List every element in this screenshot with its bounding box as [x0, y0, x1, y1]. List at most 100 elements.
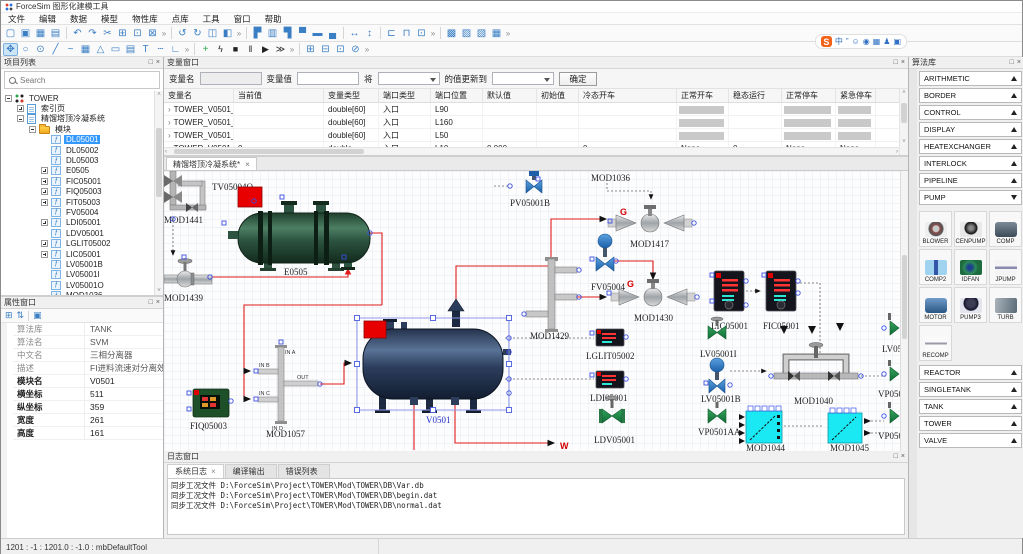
menu-item[interactable]: 数据 — [63, 13, 94, 25]
library-item[interactable]: BLOWER — [919, 211, 952, 247]
scroll-up-icon[interactable]: ˄ — [155, 91, 163, 99]
tree-item[interactable]: E0505 — [3, 166, 163, 176]
tree-item-label[interactable]: DL05003 — [64, 156, 100, 165]
ldi05001-instrument[interactable] — [596, 371, 624, 388]
tree-item-label[interactable]: DL05002 — [64, 146, 100, 155]
library-group-header[interactable]: PIPELINE — [919, 173, 1022, 188]
variable-column-header[interactable]: 稳态运行 — [729, 89, 782, 102]
tree-item[interactable]: LIC05001 — [3, 249, 163, 259]
library-item[interactable]: TURB — [989, 287, 1022, 323]
toolbar-icon[interactable]: ↺ — [175, 27, 190, 40]
tree-item-label[interactable]: E0505 — [64, 166, 91, 175]
lglit05002-instrument[interactable] — [596, 329, 624, 346]
tree-item[interactable]: DL05003 — [3, 155, 163, 165]
toolbar-icon[interactable]: ⊡ — [130, 27, 145, 40]
tree-item[interactable]: FIT05003 — [3, 197, 163, 207]
confirm-button[interactable]: 确定 — [559, 72, 597, 86]
canvas-vscrollbar[interactable] — [900, 171, 908, 451]
tree-expand-icon[interactable] — [41, 240, 48, 247]
library-group-header[interactable]: ARITHMETIC — [919, 71, 1022, 86]
variable-row[interactable]: TOWER_V0501_FI double[60] 入口 L90 — [164, 103, 908, 116]
toolbar-icon[interactable]: ▤ — [123, 43, 138, 56]
variable-column-header[interactable]: 当前值 — [234, 89, 324, 102]
tree-item-label[interactable]: LGLIT05002 — [64, 239, 112, 248]
variable-column-header[interactable]: 默认值 — [483, 89, 537, 102]
properties-tool-icon[interactable]: ▣ — [33, 310, 42, 321]
tree-item[interactable]: MOD1036 — [3, 290, 163, 295]
library-group-header[interactable]: BORDER — [919, 88, 1022, 103]
tree-item[interactable]: LV05001I — [3, 270, 163, 280]
variable-cell-name[interactable]: TOWER_V0501_FI — [164, 103, 234, 115]
ime-logo-icon[interactable]: S — [821, 36, 832, 47]
tree-item-label[interactable]: LV05001B — [64, 260, 105, 269]
close-icon[interactable]: × — [156, 59, 160, 66]
canvas-tab-close-icon[interactable]: × — [245, 160, 250, 169]
toolbar-icon[interactable]: ⊞ — [303, 43, 318, 56]
tree-item[interactable]: LGLIT05002 — [3, 238, 163, 248]
tree-item[interactable]: FV05004 — [3, 207, 163, 217]
ime-icon[interactable]: ♟ — [883, 37, 890, 46]
library-item[interactable]: COMP2 — [919, 249, 952, 285]
float-icon[interactable]: □ — [149, 59, 153, 66]
tree-expand-icon[interactable] — [41, 219, 48, 226]
tree-item[interactable]: DL05002 — [3, 145, 163, 155]
toolbar-icon[interactable]: ▦ — [489, 27, 504, 40]
toolbar-icon[interactable]: ≫ — [273, 43, 288, 56]
float-icon[interactable]: □ — [1010, 59, 1014, 66]
tree-item[interactable]: LV05001O — [3, 280, 163, 290]
toolbar-icon[interactable]: △ — [93, 43, 108, 56]
toolbar-icon[interactable]: ↶ — [70, 27, 85, 40]
toolbar-icon[interactable]: » — [288, 43, 296, 56]
ime-icon[interactable]: ” — [846, 37, 849, 46]
toolbar-icon[interactable]: » — [160, 27, 168, 40]
tree-item[interactable]: LDV05001 — [3, 228, 163, 238]
canvas-tab[interactable]: 精馏塔顶冷凝系统* × — [166, 157, 257, 170]
fiq05003-instrument[interactable] — [193, 389, 229, 417]
ime-icon[interactable]: ▦ — [873, 37, 881, 46]
close-icon[interactable]: × — [901, 59, 905, 66]
tree-item-label[interactable]: FIC05001 — [64, 177, 103, 186]
toolbar-icon[interactable]: ▧ — [474, 27, 489, 40]
property-row[interactable]: 描述 FI进料流速对分离效果的影 — [13, 362, 163, 375]
float-icon[interactable]: □ — [894, 453, 898, 460]
toolbar-icon[interactable]: ▣ — [18, 27, 33, 40]
properties-tool-icon[interactable]: ⊞ — [5, 310, 13, 321]
variable-column-header[interactable]: 变量类型 — [324, 89, 379, 102]
toolbar-icon[interactable]: + — [198, 43, 213, 56]
toolbar-icon[interactable]: ↻ — [190, 27, 205, 40]
tree-item[interactable]: 模块 — [3, 124, 163, 134]
tree-item[interactable]: FIQ05003 — [3, 187, 163, 197]
condition-select[interactable] — [378, 72, 440, 85]
close-icon[interactable]: × — [156, 299, 160, 306]
toolbar-icon[interactable]: ⊠ — [145, 27, 160, 40]
toolbar-icon[interactable] — [343, 27, 344, 39]
property-row[interactable]: 纵坐标 359 — [13, 401, 163, 414]
toolbar-icon[interactable]: ■ — [228, 43, 243, 56]
tree-item-label[interactable]: TOWER — [27, 94, 61, 103]
toolbar-icon[interactable]: ▥ — [265, 27, 280, 40]
properties-tool-icon[interactable]: ⇅ — [17, 310, 25, 321]
menu-item[interactable]: 模型 — [94, 13, 125, 25]
toolbar-icon[interactable]: ◫ — [205, 27, 220, 40]
tree-expand-icon[interactable] — [5, 95, 12, 102]
tree-item[interactable]: TOWER — [3, 93, 163, 103]
toolbar-icon[interactable]: » — [235, 27, 243, 40]
tree-expand-icon[interactable] — [17, 115, 24, 122]
toolbar-icon[interactable] — [194, 43, 195, 55]
property-row[interactable]: 算法名 SVM — [13, 336, 163, 349]
variable-column-header[interactable]: 变量名 — [164, 89, 234, 102]
variable-row[interactable]: TOWER_V0501_FIL double[60] 入口 L50 — [164, 129, 908, 142]
toolbar-icon[interactable]: ▩ — [444, 27, 459, 40]
library-item[interactable]: RECOMP — [919, 325, 952, 361]
property-value[interactable]: 161 — [85, 427, 163, 440]
toolbar-icon[interactable]: ▛ — [250, 27, 265, 40]
fic05001-instrument[interactable] — [766, 271, 796, 311]
library-group-header[interactable]: TOWER — [919, 416, 1022, 431]
variable-table-hscrollbar[interactable]: ‹› — [164, 147, 899, 155]
menu-item[interactable]: 工具 — [196, 13, 227, 25]
tree-scrollbar[interactable]: ˄ ˅ — [154, 91, 163, 295]
ime-icon[interactable]: ▣ — [893, 37, 901, 46]
library-group-header[interactable]: REACTOR — [919, 365, 1022, 380]
library-group-header[interactable]: VALVE — [919, 433, 1022, 448]
tree-item-label[interactable]: LIC05001 — [64, 250, 103, 259]
